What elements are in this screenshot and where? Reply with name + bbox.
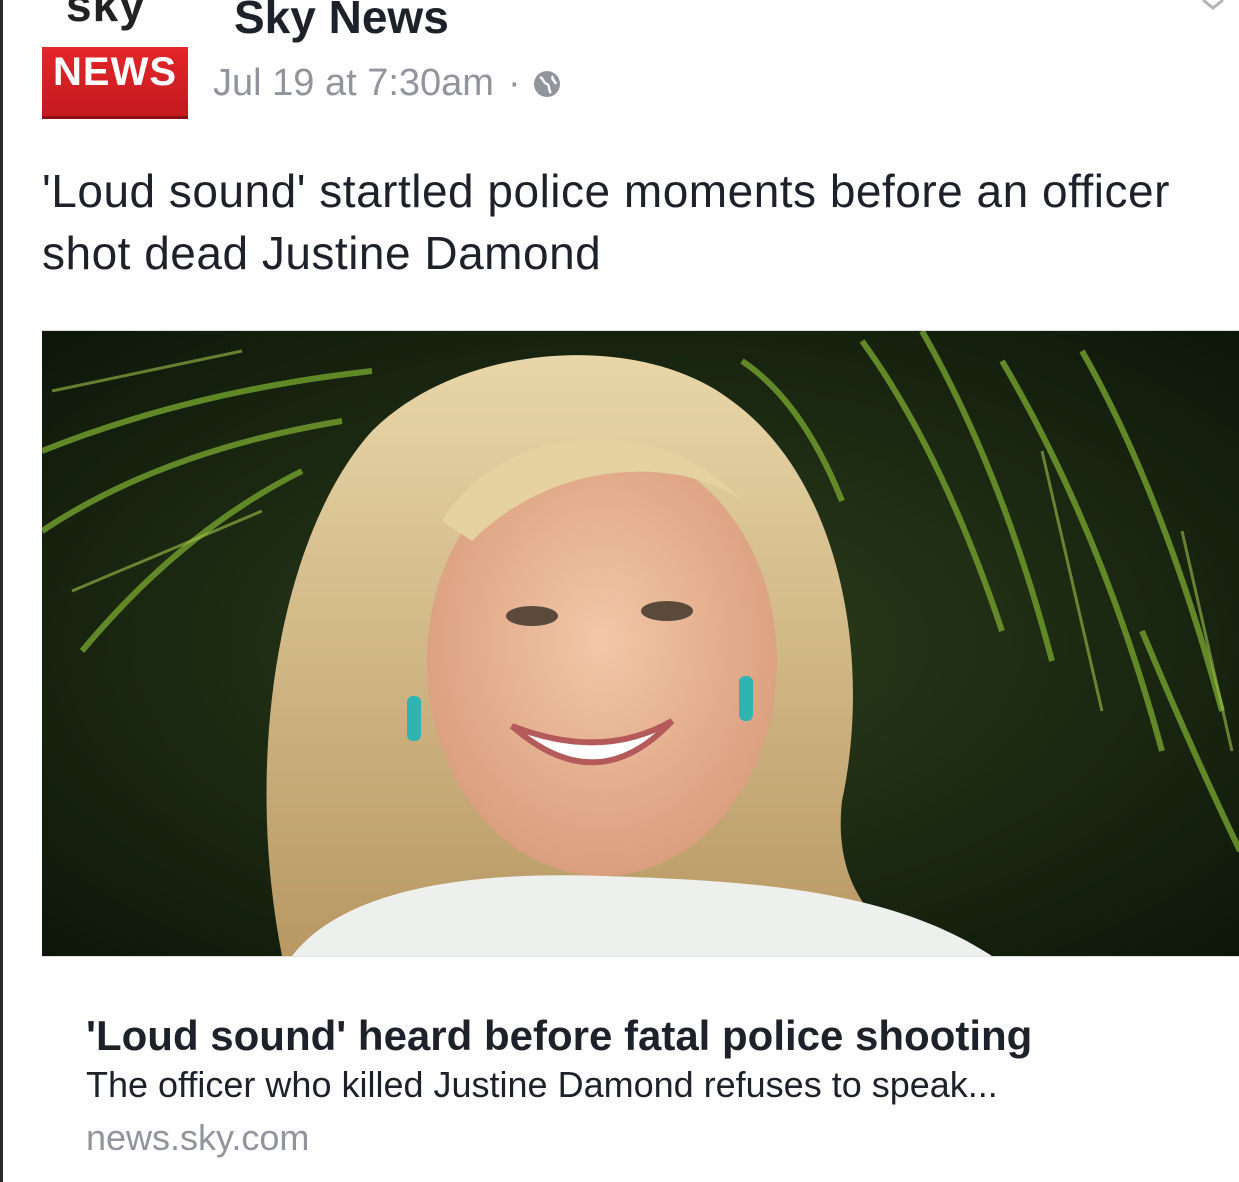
link-preview-card[interactable]: 'Loud sound' heard before fatal police s… bbox=[42, 330, 1239, 1182]
link-domain: news.sky.com bbox=[86, 1117, 310, 1158]
meta-separator: · bbox=[507, 62, 521, 104]
globe-icon[interactable] bbox=[531, 68, 563, 100]
page-name-link[interactable]: Sky News bbox=[234, 0, 449, 44]
page-avatar[interactable]: sky NEWS bbox=[42, 0, 188, 120]
link-preview-image[interactable] bbox=[42, 331, 1239, 956]
chevron-down-icon[interactable] bbox=[1201, 0, 1225, 10]
link-title[interactable]: 'Loud sound' heard before fatal police s… bbox=[86, 1012, 1032, 1060]
link-description: The officer who killed Justine Damond re… bbox=[86, 1064, 998, 1105]
article-photo bbox=[42, 331, 1239, 956]
post-status-text: 'Loud sound' startled police moments bef… bbox=[42, 165, 1170, 279]
left-border bbox=[0, 0, 3, 1182]
post-timestamp[interactable]: Jul 19 at 7:30am bbox=[213, 62, 494, 105]
post-header: sky NEWS Sky News Jul 19 at 7:30am · bbox=[42, 0, 1192, 125]
logo-news-badge: NEWS bbox=[42, 47, 188, 119]
post-meta: Jul 19 at 7:30am · bbox=[213, 62, 563, 105]
link-preview-caption[interactable]: 'Loud sound' heard before fatal police s… bbox=[42, 956, 1239, 1182]
logo-sky-text: sky bbox=[66, 0, 146, 31]
